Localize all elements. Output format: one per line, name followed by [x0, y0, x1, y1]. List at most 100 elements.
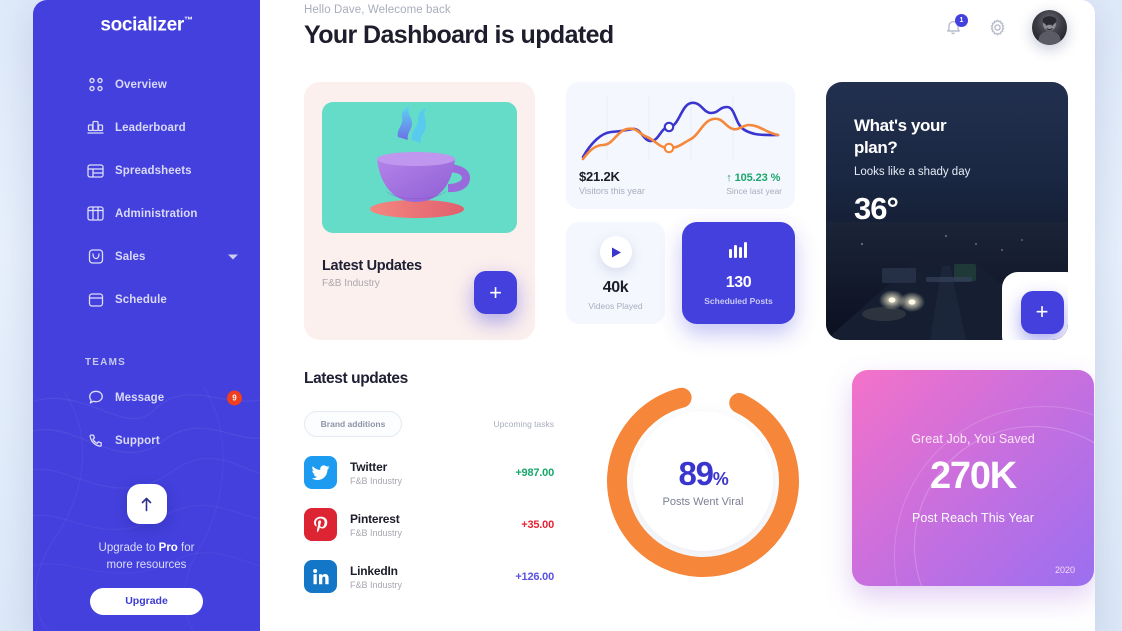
visitors-caption: Visitors this year: [579, 186, 645, 196]
sidebar-item-label: Message: [115, 391, 165, 404]
sidebar-item-support[interactable]: Support: [33, 419, 260, 462]
upgrade-text-pro: Pro: [158, 542, 178, 554]
add-plan-button[interactable]: +: [1020, 290, 1064, 334]
bar-levels-icon: [728, 241, 750, 264]
sidebar-item-spreadsheets[interactable]: Spreadsheets: [33, 149, 260, 192]
topbar: Hello Dave, Welecome back Your Dashboard…: [304, 0, 1067, 82]
viral-value: 89: [678, 454, 714, 492]
viral-donut-label: 89% Posts Went Viral: [600, 378, 806, 584]
message-badge: 9: [227, 390, 242, 405]
cards-row-bottom: Latest updates Brand additions Upcoming …: [304, 370, 1094, 593]
bar-chart-icon: [87, 119, 104, 136]
sidebar-item-label: Schedule: [115, 293, 167, 306]
notification-badge: 1: [955, 13, 968, 27]
upcoming-tasks-header: Upcoming tasks: [493, 419, 554, 429]
grid-table-icon: [87, 205, 104, 222]
sidebar-teams-nav: Message 9 Support: [33, 376, 260, 462]
brand-additions-filter[interactable]: Brand additions: [304, 411, 402, 437]
upgrade-promo-text: Upgrade to Pro for more resources: [71, 540, 222, 574]
sidebar-item-sales[interactable]: Sales: [33, 235, 260, 278]
row-amount: +987.00: [515, 466, 554, 479]
chat-bubble-icon: [87, 389, 104, 406]
weather-title: What's your plan?: [826, 82, 1068, 159]
cards-row-top: Latest Updates F&B Industry + $21.2K Vis…: [304, 82, 1068, 340]
row-name-group: Twitter F&B Industry: [350, 460, 402, 486]
brand-name: socializer: [100, 14, 184, 36]
visitors-chart-card: $21.2K Visitors this year ↑ 105.23 % Sin…: [566, 82, 795, 209]
weather-add-wrapper: +: [1002, 272, 1068, 340]
videos-played-card: 40k Videos Played: [566, 222, 665, 324]
sidebar-item-label: Spreadsheets: [115, 164, 192, 177]
table-row[interactable]: LinkedIn F&B Industry +126.00: [304, 560, 554, 593]
phone-icon: [87, 432, 104, 449]
row-name: LinkedIn: [350, 563, 398, 578]
visitors-delta: ↑ 105.23 %: [726, 172, 781, 184]
viral-donut-chart: 89% Posts Went Viral: [600, 378, 806, 584]
user-avatar-photo: [1038, 16, 1061, 45]
viral-percentage: 89%: [678, 454, 729, 493]
inbox-icon: [87, 248, 104, 265]
weather-title-line1: What's your: [854, 116, 947, 135]
latest-updates-list: Latest updates Brand additions Upcoming …: [304, 370, 554, 593]
avatar[interactable]: [1032, 10, 1067, 45]
reach-value: 270K: [929, 454, 1017, 497]
sidebar-item-label: Administration: [115, 207, 198, 220]
upgrade-text-c: for: [177, 542, 195, 554]
chevron-down-icon[interactable]: [228, 254, 238, 259]
weather-plan-card: What's your plan? Looks like a shady day…: [826, 82, 1068, 340]
weather-subtitle: Looks like a shady day: [854, 166, 971, 178]
row-name-group: Pinterest F&B Industry: [350, 512, 402, 538]
topbar-heading: Hello Dave, Welecome back Your Dashboard…: [304, 4, 614, 50]
row-name: Twitter: [350, 459, 388, 474]
sidebar-item-administration[interactable]: Administration: [33, 192, 260, 235]
weather-temperature: 36°: [854, 191, 899, 226]
sidebar-item-label: Support: [115, 434, 160, 447]
add-update-button[interactable]: +: [474, 271, 517, 314]
pinterest-icon: [304, 508, 337, 541]
sidebar-item-leaderboard[interactable]: Leaderboard: [33, 106, 260, 149]
upgrade-promo: Upgrade to Pro for more resources Upgrad…: [33, 484, 260, 631]
table-row[interactable]: Pinterest F&B Industry +35.00: [304, 508, 554, 541]
mini-stats-row: 40k Videos Played 130 Scheduled Posts: [566, 222, 795, 324]
sidebar-nav: Overview Leaderboard Spreadsheets Admini…: [33, 63, 260, 321]
row-amount: +126.00: [515, 570, 554, 583]
visitors-line-chart: [581, 97, 780, 161]
sidebar-item-schedule[interactable]: Schedule: [33, 278, 260, 321]
sidebar-section-teams: TEAMS: [85, 357, 126, 368]
latest-updates-filters: Brand additions Upcoming tasks: [304, 411, 554, 437]
topbar-actions: 1: [944, 4, 1067, 45]
chart-delta-group: ↑ 105.23 % Since last year: [726, 172, 782, 196]
calendar-icon: [87, 291, 104, 308]
videos-played-value: 40k: [602, 279, 629, 296]
brand-logo: socializer™: [33, 0, 260, 36]
upgrade-text-line2: more resources: [106, 559, 187, 571]
settings-button[interactable]: [988, 18, 1008, 38]
row-subtitle: F&B Industry: [350, 475, 403, 486]
coffee-cup-illustration: [322, 102, 517, 233]
sidebar-item-label: Overview: [115, 78, 167, 91]
arrow-up-icon: [126, 484, 167, 524]
reach-lead-text: Great Job, You Saved: [911, 431, 1035, 446]
sidebar: socializer™ Overview Leaderboard Spreads…: [33, 0, 260, 631]
sidebar-item-label: Sales: [115, 250, 146, 263]
page-background: socializer™ Overview Leaderboard Spreads…: [0, 0, 1122, 631]
upgrade-button[interactable]: Upgrade: [90, 588, 203, 615]
row-subtitle: F&B Industry: [350, 579, 403, 590]
reach-caption: Post Reach This Year: [912, 510, 1034, 525]
post-reach-card: Great Job, You Saved 270K Post Reach Thi…: [852, 370, 1094, 586]
sidebar-item-overview[interactable]: Overview: [33, 63, 260, 106]
table-row[interactable]: Twitter F&B Industry +987.00: [304, 456, 554, 489]
twitter-icon: [304, 456, 337, 489]
viral-unit: %: [712, 468, 729, 489]
sidebar-item-label: Leaderboard: [115, 121, 186, 134]
play-icon: [599, 236, 632, 268]
row-name: Pinterest: [350, 511, 400, 526]
viral-donut-section: 89% Posts Went Viral: [585, 370, 821, 584]
notifications-button[interactable]: 1: [944, 13, 968, 38]
scheduled-posts-card: 130 Scheduled Posts: [682, 222, 795, 324]
sidebar-item-message[interactable]: Message 9: [33, 376, 260, 419]
page-title: Your Dashboard is updated: [304, 21, 614, 49]
dashboard-window: socializer™ Overview Leaderboard Spreads…: [33, 0, 1095, 631]
reach-year: 2020: [1054, 565, 1075, 575]
gear-icon: [990, 19, 1005, 35]
